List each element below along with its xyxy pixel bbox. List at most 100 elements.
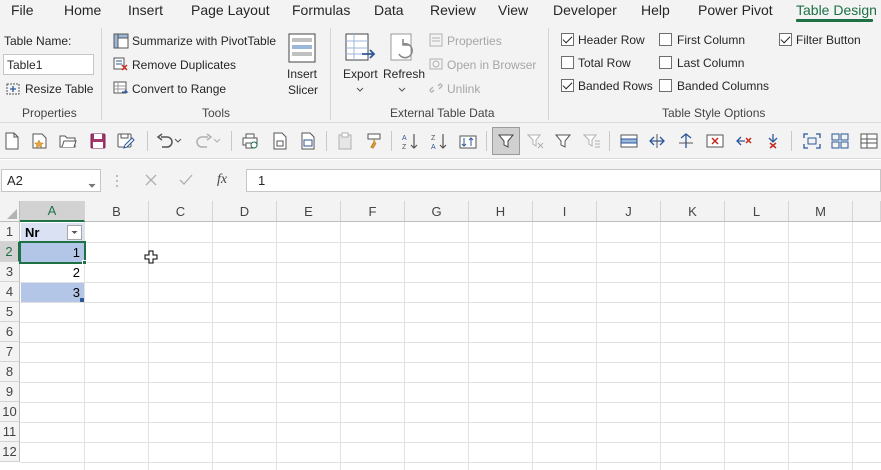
row-header[interactable]: 4: [0, 282, 20, 302]
tab-review[interactable]: Review: [430, 2, 476, 18]
name-box[interactable]: A2: [1, 169, 101, 192]
save-as-icon[interactable]: [114, 129, 138, 153]
custom-sort-icon[interactable]: [456, 129, 480, 153]
remove-duplicates-button[interactable]: Remove Duplicates: [132, 58, 236, 72]
select-table-icon[interactable]: [800, 129, 824, 153]
chevron-down-icon[interactable]: [211, 129, 223, 153]
resize-table-button[interactable]: Resize Table: [25, 82, 93, 96]
new-file-icon[interactable]: [0, 129, 24, 153]
table-cell[interactable]: 3: [21, 283, 84, 302]
table-name-input[interactable]: [3, 54, 94, 75]
column-header-partial[interactable]: [853, 201, 881, 222]
row-header[interactable]: 1: [0, 222, 20, 242]
row-header[interactable]: 10: [0, 402, 20, 422]
first-column-checkbox[interactable]: [659, 33, 672, 46]
open-in-browser-button[interactable]: Open in Browser: [447, 58, 536, 72]
convert-range-icon: [113, 80, 129, 99]
column-header[interactable]: E: [277, 201, 341, 222]
last-column-checkbox[interactable]: [659, 56, 672, 69]
filter-button-checkbox[interactable]: [779, 33, 792, 46]
convert-to-range-button[interactable]: Convert to Range: [132, 82, 226, 96]
tab-formulas[interactable]: Formulas: [292, 2, 350, 18]
table-cell[interactable]: 1: [21, 243, 84, 262]
delete-column-icon[interactable]: [732, 129, 756, 153]
column-header[interactable]: G: [405, 201, 469, 222]
insert-column-icon[interactable]: [645, 129, 669, 153]
row-header[interactable]: 5: [0, 302, 20, 322]
enter-check-icon[interactable]: [179, 174, 193, 189]
row-header[interactable]: 2: [0, 242, 20, 262]
delete-row-icon[interactable]: [703, 129, 727, 153]
gridline: [20, 282, 881, 283]
clear-filter-icon[interactable]: [524, 129, 548, 153]
column-header[interactable]: C: [149, 201, 213, 222]
advanced-filter-icon[interactable]: [580, 129, 604, 153]
filter-icon[interactable]: [492, 127, 520, 155]
reapply-filter-icon[interactable]: [552, 129, 576, 153]
tab-home[interactable]: Home: [64, 2, 101, 18]
column-header[interactable]: K: [661, 201, 725, 222]
properties-button[interactable]: Properties: [447, 34, 502, 48]
insert-slicer-label-1[interactable]: Insert: [287, 67, 317, 81]
delete-cells-icon[interactable]: [761, 129, 785, 153]
insert-slicer-label-2[interactable]: Slicer: [288, 83, 318, 97]
print-area-icon[interactable]: [296, 129, 320, 153]
open-folder-icon[interactable]: [56, 129, 80, 153]
row-header[interactable]: 7: [0, 342, 20, 362]
chevron-down-icon[interactable]: [172, 129, 184, 153]
fill-handle[interactable]: [82, 260, 87, 265]
page-setup-icon[interactable]: [268, 129, 292, 153]
header-row-checkbox[interactable]: [561, 33, 574, 46]
filter-dropdown-icon[interactable]: [67, 225, 82, 240]
row-header[interactable]: 12: [0, 442, 20, 462]
tab-view[interactable]: View: [498, 2, 528, 18]
column-header[interactable]: D: [213, 201, 277, 222]
tab-power-pivot[interactable]: Power Pivot: [698, 2, 773, 18]
unlink-button[interactable]: Unlink: [447, 82, 480, 96]
print-preview-icon[interactable]: [238, 129, 262, 153]
total-row-checkbox[interactable]: [561, 56, 574, 69]
table-layout-icon[interactable]: [828, 129, 852, 153]
tab-file[interactable]: File: [11, 2, 34, 18]
formula-input[interactable]: 1: [246, 169, 881, 192]
table-grid-icon[interactable]: [857, 129, 881, 153]
new-template-icon[interactable]: [28, 129, 52, 153]
format-painter-icon[interactable]: [362, 129, 386, 153]
insert-function-button[interactable]: fx: [217, 172, 227, 188]
tab-data[interactable]: Data: [374, 2, 404, 18]
column-header[interactable]: J: [597, 201, 661, 222]
column-header[interactable]: F: [341, 201, 405, 222]
table-resize-handle[interactable]: [80, 298, 84, 302]
sort-descending-icon[interactable]: ZA: [427, 129, 451, 153]
row-header[interactable]: 11: [0, 422, 20, 442]
row-header[interactable]: 6: [0, 322, 20, 342]
save-icon[interactable]: [86, 129, 110, 153]
tab-page-layout[interactable]: Page Layout: [191, 2, 270, 18]
row-header[interactable]: 8: [0, 362, 20, 382]
summarize-pivot-button[interactable]: Summarize with PivotTable: [132, 34, 276, 48]
column-insert-split-icon[interactable]: [674, 129, 698, 153]
select-all-corner[interactable]: [0, 201, 20, 222]
refresh-button[interactable]: Refresh: [383, 67, 425, 81]
sort-ascending-icon[interactable]: AZ: [398, 129, 422, 153]
chevron-down-icon[interactable]: [88, 178, 96, 192]
column-header[interactable]: I: [533, 201, 597, 222]
column-header[interactable]: L: [725, 201, 789, 222]
tab-developer[interactable]: Developer: [553, 2, 617, 18]
row-header[interactable]: 9: [0, 382, 20, 402]
export-button[interactable]: Export: [343, 67, 378, 81]
tab-insert[interactable]: Insert: [128, 2, 163, 18]
paste-icon[interactable]: [333, 129, 357, 153]
tab-table-design[interactable]: Table Design: [796, 2, 877, 18]
column-header[interactable]: B: [85, 201, 149, 222]
banded-rows-checkbox[interactable]: [561, 79, 574, 92]
table-cell[interactable]: 2: [21, 263, 84, 282]
column-header[interactable]: H: [469, 201, 533, 222]
column-header[interactable]: M: [789, 201, 853, 222]
column-header[interactable]: A: [20, 201, 85, 222]
row-header[interactable]: 3: [0, 262, 20, 282]
cancel-icon[interactable]: [145, 174, 157, 189]
insert-row-icon[interactable]: [617, 129, 641, 153]
banded-columns-checkbox[interactable]: [659, 79, 672, 92]
tab-help[interactable]: Help: [641, 2, 670, 18]
